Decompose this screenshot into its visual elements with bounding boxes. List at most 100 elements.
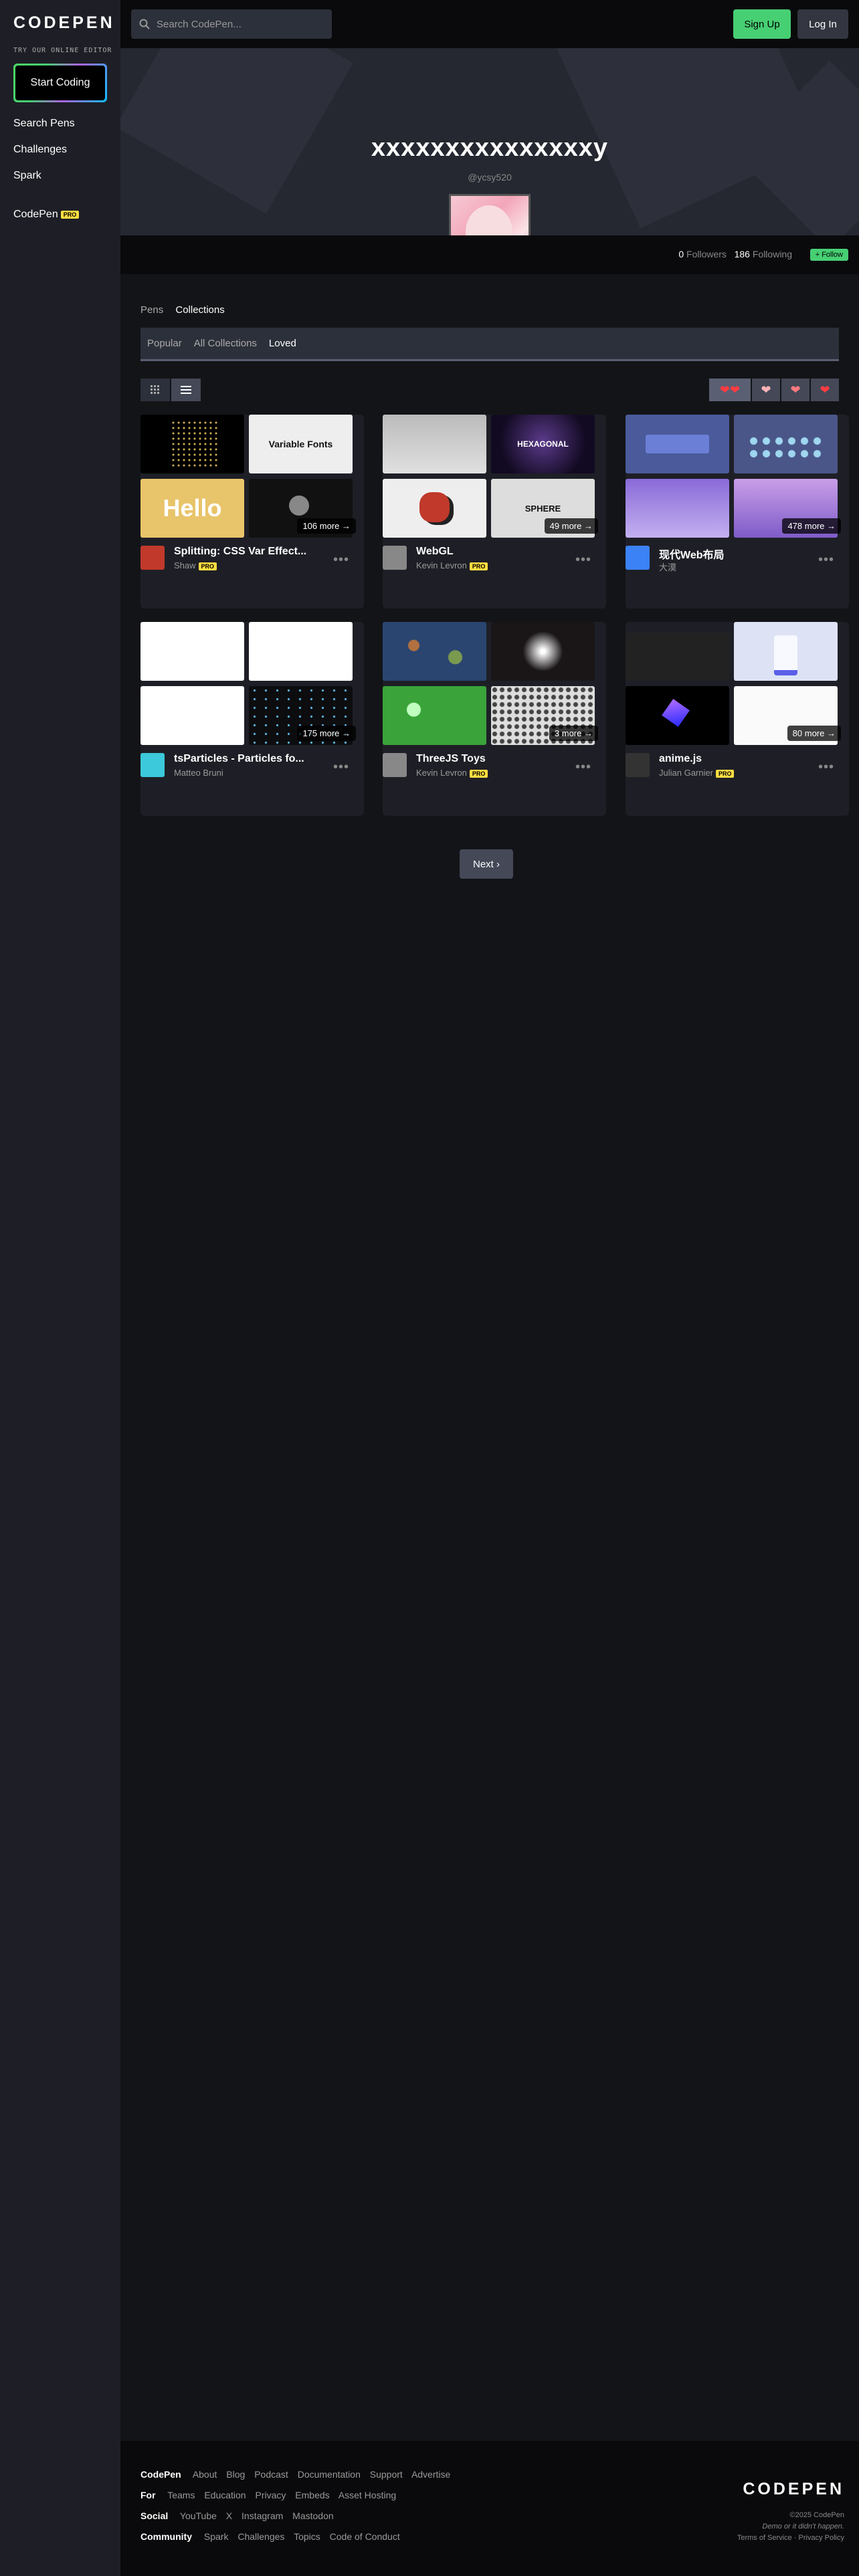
author-avatar[interactable] bbox=[626, 546, 650, 570]
collection-card[interactable]: 3 more → ThreeJS Toys Kevin Levron PRO ••… bbox=[383, 622, 606, 816]
thumbnail: Hello bbox=[140, 479, 244, 538]
collection-author[interactable]: Julian Garnier PRO bbox=[659, 768, 735, 778]
sidebar-item-spark[interactable]: Spark bbox=[13, 170, 41, 182]
sign-up-button[interactable]: Sign Up bbox=[733, 9, 791, 39]
author-avatar[interactable] bbox=[626, 753, 650, 777]
collection-author[interactable]: Kevin Levron PRO bbox=[416, 560, 488, 570]
footer-link[interactable]: About bbox=[193, 2469, 217, 2480]
collection-card[interactable]: 80 more → anime.js Julian Garnier PRO ••• bbox=[626, 622, 849, 816]
search-input[interactable]: Search CodePen... bbox=[157, 19, 242, 30]
collection-title[interactable]: anime.js bbox=[659, 753, 793, 765]
log-in-button[interactable]: Log In bbox=[797, 9, 848, 39]
author-name: Shaw bbox=[174, 560, 196, 570]
sidebar-item-challenges[interactable]: Challenges bbox=[13, 144, 67, 156]
sidebar-item-codepen-pro[interactable]: CodePen PRO bbox=[13, 209, 80, 221]
footer-link[interactable]: Teams bbox=[167, 2490, 195, 2500]
author-avatar[interactable] bbox=[140, 753, 165, 777]
subtab-popular[interactable]: Popular bbox=[147, 338, 182, 349]
collection-author[interactable]: Kevin Levron PRO bbox=[416, 768, 488, 778]
collection-thumbnails[interactable]: HEXAGONAL SPHERE 49 more → bbox=[383, 415, 606, 540]
following-label[interactable]: Following bbox=[753, 249, 792, 259]
collection-thumbnails[interactable]: Variable Fonts Hello 106 more → bbox=[140, 415, 364, 540]
collection-title[interactable]: 现代Web布局 bbox=[659, 546, 793, 562]
collection-thumbnails[interactable]: 175 more → bbox=[140, 622, 364, 748]
search-box[interactable]: Search CodePen... bbox=[131, 9, 332, 39]
footer-link[interactable]: Challenges bbox=[237, 2531, 284, 2542]
arrow-right-icon: → bbox=[584, 728, 593, 738]
footer-link[interactable]: Blog bbox=[226, 2469, 245, 2480]
list-view-button[interactable] bbox=[171, 379, 201, 401]
filter-love-1[interactable]: ❤ bbox=[752, 379, 780, 401]
codepen-logo[interactable]: CODEPEN bbox=[13, 13, 115, 33]
author-avatar[interactable] bbox=[140, 546, 165, 570]
filter-all-loves[interactable]: ❤❤ bbox=[709, 379, 751, 401]
footer-link[interactable]: Privacy bbox=[256, 2490, 286, 2500]
footer-link[interactable]: Mastodon bbox=[292, 2510, 333, 2521]
subtab-loved[interactable]: Loved bbox=[269, 338, 296, 349]
collection-thumbnails[interactable]: 478 more → bbox=[626, 415, 849, 540]
collection-thumbnails[interactable]: 3 more → bbox=[383, 622, 606, 748]
collection-card[interactable]: 478 more → 现代Web布局 大漠 ••• bbox=[626, 415, 849, 609]
footer-link[interactable]: Advertise bbox=[411, 2469, 450, 2480]
footer-link[interactable]: Documentation bbox=[298, 2469, 361, 2480]
footer-link[interactable]: Embeds bbox=[295, 2490, 329, 2500]
footer-link[interactable]: Education bbox=[204, 2490, 246, 2500]
collection-author[interactable]: 大漠 bbox=[659, 560, 676, 573]
followers-label[interactable]: Followers bbox=[686, 249, 727, 259]
tab-pens[interactable]: Pens bbox=[140, 304, 163, 316]
footer-link[interactable]: Spark bbox=[204, 2531, 229, 2542]
more-link[interactable]: 80 more → bbox=[787, 726, 841, 741]
tab-collections[interactable]: Collections bbox=[175, 304, 224, 316]
collection-title[interactable]: tsParticles - Particles fo... bbox=[174, 753, 308, 765]
sidebar-item-search-pens[interactable]: Search Pens bbox=[13, 118, 75, 130]
collection-card[interactable]: Variable Fonts Hello 106 more → Splittin… bbox=[140, 415, 364, 609]
footer-link[interactable]: Support bbox=[370, 2469, 403, 2480]
more-link[interactable]: 175 more → bbox=[297, 726, 356, 741]
filter-love-2[interactable]: ❤ bbox=[781, 379, 809, 401]
filter-love-3[interactable]: ❤ bbox=[811, 379, 839, 401]
more-options-icon[interactable]: ••• bbox=[333, 552, 349, 568]
footer-link[interactable]: YouTube bbox=[180, 2510, 217, 2521]
hearts-icon: ❤❤ bbox=[719, 383, 741, 397]
more-link[interactable]: 3 more → bbox=[549, 726, 598, 741]
follow-button[interactable]: + Follow bbox=[809, 249, 848, 261]
collection-title[interactable]: Splitting: CSS Var Effect... bbox=[174, 546, 308, 558]
author-avatar[interactable] bbox=[383, 753, 407, 777]
footer-link[interactable]: X bbox=[226, 2510, 232, 2521]
collection-author[interactable]: Shaw PRO bbox=[174, 560, 217, 570]
footer-logo[interactable]: CODEPEN bbox=[743, 2480, 844, 2499]
footer-link[interactable]: Instagram bbox=[242, 2510, 283, 2521]
footer-row-social: Social YouTube X Instagram Mastodon bbox=[140, 2510, 341, 2521]
collection-subtabs: Popular All Collections Loved bbox=[140, 328, 839, 361]
grid-view-button[interactable] bbox=[140, 379, 170, 401]
collection-thumbnails[interactable]: 80 more → bbox=[626, 622, 849, 748]
collection-author[interactable]: Matteo Bruni bbox=[174, 768, 223, 778]
more-options-icon[interactable]: ••• bbox=[818, 552, 834, 568]
more-options-icon[interactable]: ••• bbox=[818, 760, 834, 775]
next-page-button[interactable]: Next › bbox=[460, 849, 513, 879]
author-avatar[interactable] bbox=[383, 546, 407, 570]
thumbnail bbox=[626, 633, 729, 681]
subtab-all-collections[interactable]: All Collections bbox=[194, 338, 257, 349]
footer-row-codepen: CodePen About Blog Podcast Documentation… bbox=[140, 2469, 457, 2480]
footer-link[interactable]: Podcast bbox=[254, 2469, 288, 2480]
more-options-icon[interactable]: ••• bbox=[575, 760, 591, 775]
collection-card[interactable]: 175 more → tsParticles - Particles fo...… bbox=[140, 622, 364, 816]
sidebar-tagline: TRY OUR ONLINE EDITOR bbox=[13, 47, 112, 54]
footer-link[interactable]: Topics bbox=[294, 2531, 320, 2542]
footer-link[interactable]: Code of Conduct bbox=[330, 2531, 400, 2542]
more-link[interactable]: 49 more → bbox=[544, 518, 598, 534]
footer-row-community: Community Spark Challenges Topics Code o… bbox=[140, 2531, 407, 2542]
footer-legal-links[interactable]: Terms of Service · Privacy Policy bbox=[737, 2534, 844, 2542]
more-link[interactable]: 478 more → bbox=[782, 518, 841, 534]
more-link[interactable]: 106 more → bbox=[297, 518, 356, 534]
start-coding-button[interactable]: Start Coding bbox=[13, 64, 107, 102]
collection-card[interactable]: HEXAGONAL SPHERE 49 more → WebGL Kevin L… bbox=[383, 415, 606, 609]
more-options-icon[interactable]: ••• bbox=[575, 552, 591, 568]
collection-title[interactable]: ThreeJS Toys bbox=[416, 753, 550, 765]
collection-title[interactable]: WebGL bbox=[416, 546, 550, 558]
footer-link[interactable]: Asset Hosting bbox=[339, 2490, 396, 2500]
pro-badge: PRO bbox=[715, 769, 735, 778]
footer-copyright: ©2025 CodePen bbox=[789, 2511, 844, 2519]
more-options-icon[interactable]: ••• bbox=[333, 760, 349, 775]
